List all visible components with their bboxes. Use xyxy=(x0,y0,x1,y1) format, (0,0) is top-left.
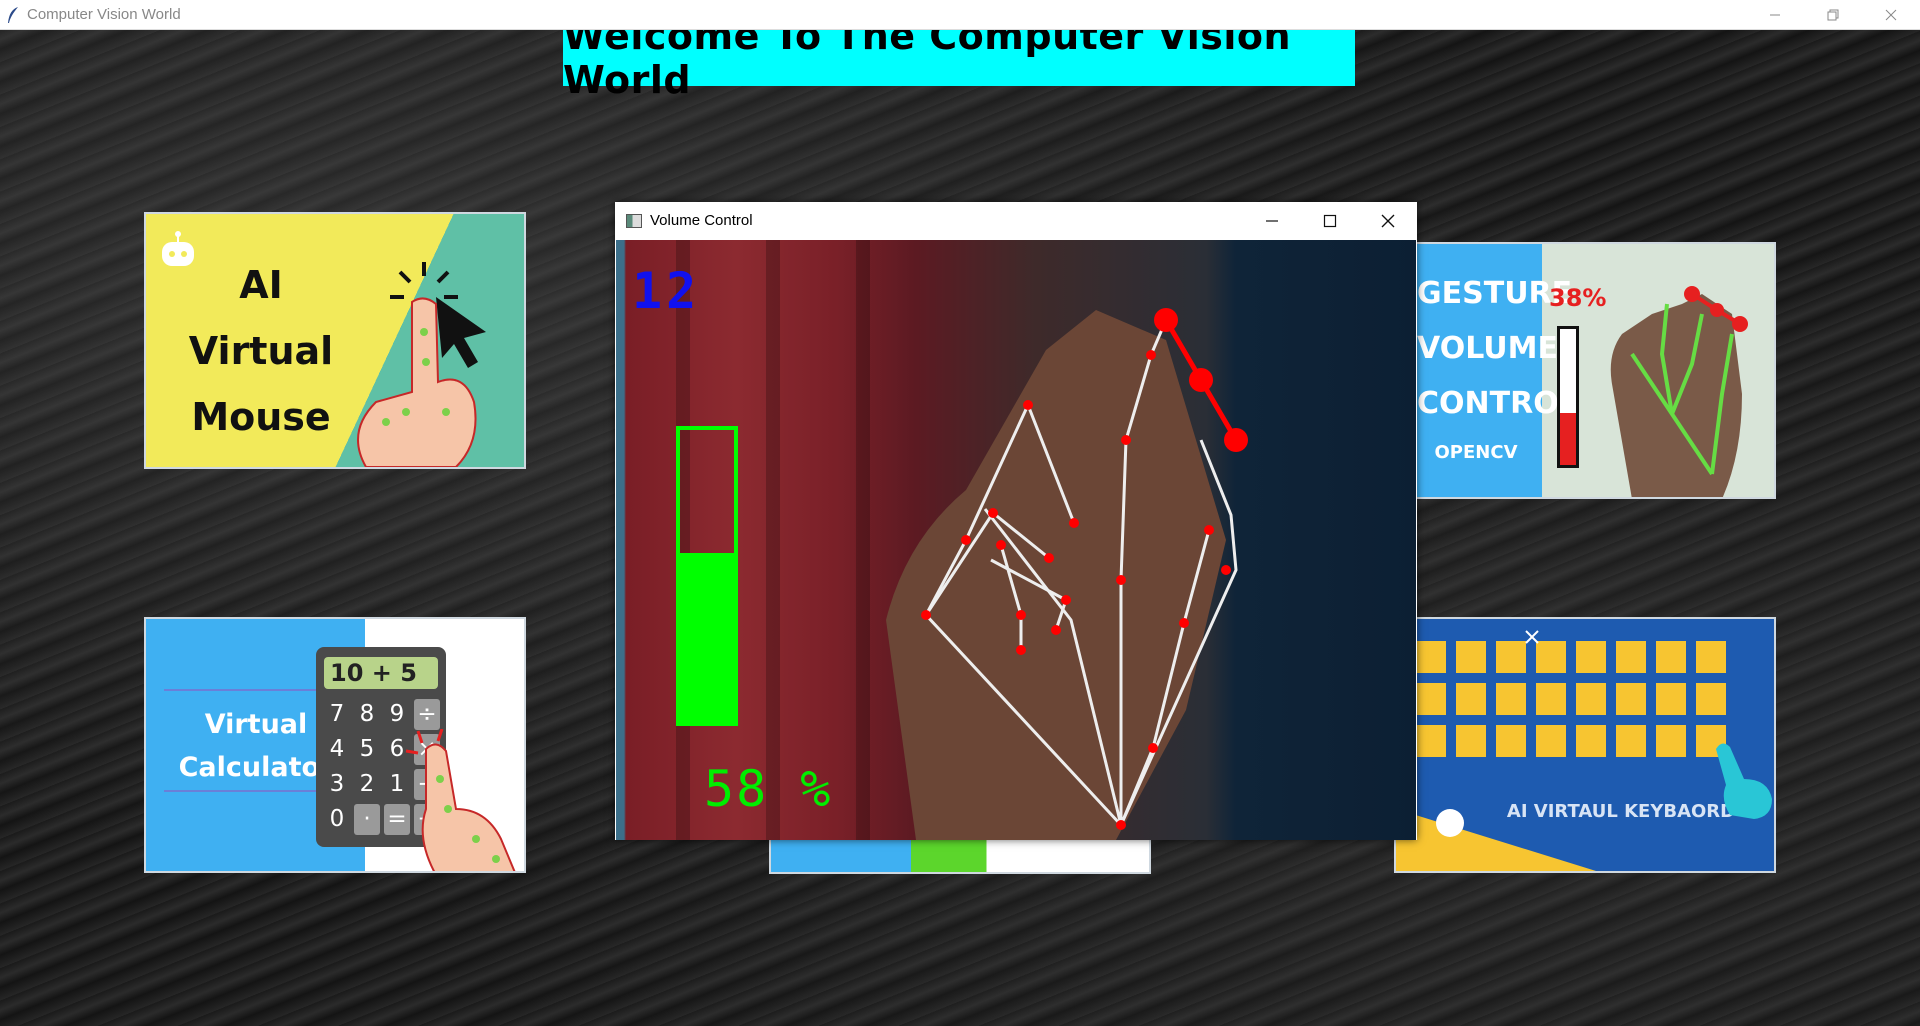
keyboard-key xyxy=(1416,683,1446,715)
close-mark-icon xyxy=(1525,630,1539,644)
pointing-hand-icon xyxy=(357,262,486,467)
keyboard-key xyxy=(1576,683,1606,715)
keyboard-key xyxy=(1496,725,1526,757)
volume-control-window[interactable]: Volume Control 12 58 % xyxy=(615,202,1417,840)
volume-maximize-button[interactable] xyxy=(1301,202,1359,239)
gesture-volume-fill xyxy=(1560,413,1576,465)
fps-counter: 12 xyxy=(632,262,701,320)
volume-minimize-button[interactable] xyxy=(1243,202,1301,239)
close-icon xyxy=(1381,214,1395,227)
calculator-key: 3 xyxy=(329,771,345,797)
keyboard-key xyxy=(1456,725,1486,757)
mouse-title-line2: Virtual xyxy=(188,329,334,373)
restore-icon xyxy=(1827,9,1839,20)
calculator-key: 5 xyxy=(359,736,375,762)
calculator-key: 8 xyxy=(359,701,375,727)
volume-control-title: Volume Control xyxy=(650,212,753,229)
keyboard-key xyxy=(1416,725,1446,757)
gesture-volume-control-card[interactable]: GESTURE VOLUME CONTROL OPENCV 38% xyxy=(1415,242,1776,499)
volume-bar xyxy=(676,426,738,726)
minimize-icon xyxy=(1266,219,1278,222)
ai-virtual-keyboard-card[interactable]: AI VIRTAUL KEYBAORD xyxy=(1394,617,1776,873)
maximize-icon xyxy=(1323,214,1337,227)
gesture-title-line1: GESTURE xyxy=(1417,276,1573,311)
keyboard-key xyxy=(1496,641,1526,673)
keyboard-key xyxy=(1456,683,1486,715)
main-titlebar: Computer Vision World xyxy=(0,0,1920,30)
decorative-dot xyxy=(1436,809,1464,837)
gesture-hand-icon xyxy=(1610,286,1748,497)
mouse-title-line1: AI xyxy=(239,263,283,307)
feather-icon xyxy=(8,6,18,23)
keyboard-key xyxy=(1616,641,1646,673)
calculator-key: 2 xyxy=(359,771,375,797)
calculator-key: 0 xyxy=(329,806,345,832)
restore-button[interactable] xyxy=(1804,0,1862,29)
gesture-title-line2: VOLUME xyxy=(1417,331,1558,366)
volume-percent-readout: 58 % xyxy=(704,760,833,818)
keyboard-key xyxy=(1536,641,1566,673)
keyboard-key xyxy=(1416,641,1446,673)
keyboard-key xyxy=(1696,641,1726,673)
calculator-key: · xyxy=(354,804,380,835)
calculator-screen: 10 + 5 xyxy=(324,657,438,689)
keyboard-key xyxy=(1576,641,1606,673)
gesture-card-subtitle: OPENCV xyxy=(1434,442,1518,463)
calculator-key: 4 xyxy=(329,736,345,762)
calculator-key: ÷ xyxy=(414,699,440,730)
gesture-volume-bar xyxy=(1557,326,1579,468)
close-button[interactable] xyxy=(1862,0,1920,29)
minimize-icon xyxy=(1770,14,1780,15)
keyboard-key xyxy=(1576,725,1606,757)
keyboard-key xyxy=(1616,683,1646,715)
volume-control-titlebar[interactable]: Volume Control xyxy=(615,202,1417,239)
keyboard-key xyxy=(1536,683,1566,715)
volume-bar-fill xyxy=(680,552,734,722)
divider-top xyxy=(164,689,334,691)
ai-virtual-mouse-card[interactable]: AI Virtual Mouse xyxy=(144,212,526,469)
pressing-hand-icon xyxy=(405,729,516,871)
keyboard-key xyxy=(1536,725,1566,757)
calculator-key: 9 xyxy=(389,701,405,727)
minimize-button[interactable] xyxy=(1746,0,1804,29)
mouse-card-title: AI Virtual Mouse xyxy=(166,252,356,450)
close-icon xyxy=(1885,9,1897,20)
keyboard-key xyxy=(1656,683,1686,715)
keyboard-key xyxy=(1616,725,1646,757)
window-title: Computer Vision World xyxy=(27,6,181,23)
welcome-banner: Welcome To The Computer Vision World xyxy=(563,30,1355,102)
window-icon xyxy=(626,213,642,228)
keyboard-key xyxy=(1456,641,1486,673)
keyboard-illustration xyxy=(1416,641,1726,757)
mouse-title-line3: Mouse xyxy=(191,395,331,439)
keyboard-key xyxy=(1656,641,1686,673)
keyboard-key xyxy=(1496,683,1526,715)
webcam-feed: 12 58 % xyxy=(616,240,1416,840)
gesture-title-line3: CONTROL xyxy=(1417,386,1578,421)
tapping-hand-icon xyxy=(1716,743,1772,819)
volume-close-button[interactable] xyxy=(1359,202,1417,239)
gesture-card-title: GESTURE VOLUME CONTROL xyxy=(1417,266,1578,431)
keyboard-key xyxy=(1656,725,1686,757)
virtual-calculator-card[interactable]: Virtual Calculator 10 + 5 789÷456×321−0·… xyxy=(144,617,526,873)
keyboard-key xyxy=(1696,683,1726,715)
calculator-key: 7 xyxy=(329,701,345,727)
divider-bottom xyxy=(164,790,334,792)
